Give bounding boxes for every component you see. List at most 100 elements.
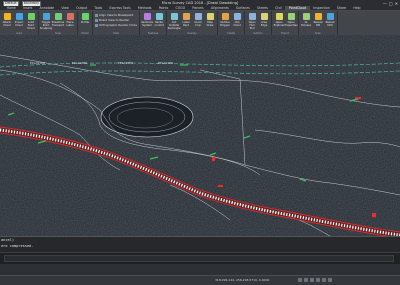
ribbon-button-label: Breakline Transport xyxy=(51,21,65,27)
ribbon-button-label: Label Rect xyxy=(182,21,190,27)
tab-cogo[interactable]: COGO xyxy=(172,6,189,10)
ribbon-button-label: Quick Crop xyxy=(194,21,202,27)
tab-civil[interactable]: Civil xyxy=(271,6,285,10)
command-history: ancel) ere compressed. xyxy=(0,236,400,253)
ribbon-button-label: Area Edge xyxy=(260,21,268,27)
view-icon xyxy=(95,23,98,27)
osnap-toggle-icon[interactable] xyxy=(322,278,326,282)
tool-icon xyxy=(42,13,50,20)
snap-toggle-icon[interactable] xyxy=(298,278,302,282)
tool-icon xyxy=(287,13,295,20)
ribbon-small-button[interactable]: Board View to Render xyxy=(95,18,137,22)
tab-help[interactable]: Help xyxy=(350,6,364,10)
ribbon-group-overlay: Cut Outside Rectangle Label Rect Quick Cro… xyxy=(167,11,219,35)
tab-surfaces[interactable]: Surfaces xyxy=(232,6,253,10)
tab-home[interactable]: Home xyxy=(3,6,20,10)
ribbon-button-label: Reload CDS xyxy=(325,21,335,27)
red-mark xyxy=(372,213,376,217)
road-label: EPLASTER xyxy=(118,61,133,65)
view-icon xyxy=(95,13,98,17)
tab-share[interactable]: Share xyxy=(333,6,349,10)
tool-icon xyxy=(54,13,62,20)
layout-tabs-strip xyxy=(0,264,400,275)
tab-insert[interactable]: Insert xyxy=(20,6,36,10)
ribbon-button-label: Reload DB xyxy=(313,21,323,27)
tool-icon xyxy=(170,13,178,20)
tab-output[interactable]: Output xyxy=(73,6,91,10)
tab-pointcloud[interactable]: PointCloud xyxy=(285,6,310,10)
view-icon xyxy=(95,18,98,22)
tab-points[interactable]: Points xyxy=(155,6,172,10)
window-buttons: — □ ✕ xyxy=(383,1,398,6)
close-button[interactable]: ✕ xyxy=(395,1,398,6)
ribbon-button-label: AI Process xyxy=(301,21,311,27)
ribbon-group-view: Align View to Breakpoint Board View to Re… xyxy=(93,11,141,35)
status-toggles xyxy=(298,278,332,282)
polar-toggle-icon[interactable] xyxy=(316,278,320,282)
ribbon-group-create: Outline Polygon Clip Cloud Create xyxy=(218,11,246,35)
ribbon-button-label: Cut Outside Rectangle xyxy=(167,21,181,30)
ribbon-small-button[interactable]: Align View to Breakpoint xyxy=(95,13,137,17)
ribbon-group-scan: AI Process Reload DB Reload CDS Scan xyxy=(299,11,339,35)
tab-annotate[interactable]: Annotate xyxy=(36,6,58,10)
command-history-line: ere compressed. xyxy=(1,244,34,248)
ribbon-group-features: Vectorize System Paints on Grid Features xyxy=(140,11,168,35)
tab-parcels[interactable]: Parcels xyxy=(189,6,207,10)
red-mark xyxy=(355,97,361,99)
ribbon-button-label: Paints on Grid xyxy=(154,21,164,27)
tool-icon xyxy=(326,13,334,20)
tool-icon xyxy=(302,13,310,20)
ribbon-button-label: Clip Cloud xyxy=(233,21,241,27)
ribbon-small-button-label: Orthographic Render Circle xyxy=(99,23,138,27)
tool-icon xyxy=(248,13,256,20)
tool-icon xyxy=(314,13,322,20)
ribbon-group-export: Open Explorer Open Properties Export xyxy=(272,11,300,35)
tab-sheets[interactable]: Sheets xyxy=(253,6,271,10)
tool-icon xyxy=(3,13,11,20)
tool-icon xyxy=(206,13,214,20)
road-label: EPLASTER xyxy=(72,61,87,65)
tool-icon xyxy=(81,13,89,20)
drawing-canvas[interactable]: EPLASTER EPLASTER EPLASTER EPLASTER xyxy=(0,35,400,236)
ribbon-button-label: Attach Cloud xyxy=(2,21,12,27)
tool-icon xyxy=(143,13,151,20)
command-input[interactable] xyxy=(4,255,394,262)
tool-icon xyxy=(260,13,268,20)
ribbon-button-label: Map Draw xyxy=(206,21,214,27)
tab-inspection[interactable]: Inspection xyxy=(310,6,334,10)
road-label: EPLASTER xyxy=(158,61,173,65)
ribbon-button-label: Profile xyxy=(80,21,90,24)
tab-express-tools[interactable]: Express Tools xyxy=(106,6,135,10)
tool-icon xyxy=(27,13,35,20)
lineweight-toggle-icon[interactable] xyxy=(328,278,332,282)
ribbon-group-snap: Toggle Point Snapping Breakline Transport… xyxy=(39,11,78,35)
drawing-viewport[interactable]: EPLASTER EPLASTER EPLASTER EPLASTER xyxy=(0,35,400,236)
road-label: EPLASTER xyxy=(30,61,45,65)
grid-toggle-icon[interactable] xyxy=(304,278,308,282)
ribbon-button-label: Open Properties xyxy=(284,21,298,27)
ribbon-group-surface: Open Hull Tool Area Edge Surface xyxy=(245,11,273,35)
tool-icon xyxy=(221,13,229,20)
pit-outline xyxy=(100,96,194,138)
tab-methods[interactable]: Methods xyxy=(134,6,155,10)
ortho-toggle-icon[interactable] xyxy=(310,278,314,282)
tool-icon xyxy=(233,13,241,20)
tool-icon xyxy=(15,13,23,20)
tool-icon xyxy=(275,13,283,20)
minimize-button[interactable]: — xyxy=(383,1,387,6)
ribbon-panel: Attach Cloud Import Cloud Load Point Cloud… xyxy=(0,11,400,36)
ribbon-small-button-label: Board View to Render xyxy=(99,18,130,22)
tab-view[interactable]: View xyxy=(58,6,73,10)
tab-alignments[interactable]: Alignments xyxy=(207,6,232,10)
ribbon-button-label: Place Label xyxy=(66,21,74,27)
ribbon-group-model: Profile Model xyxy=(78,11,93,35)
ribbon-group-load: Attach Cloud Import Cloud Load Point Cloud… xyxy=(0,11,39,35)
ribbon-small-button[interactable]: Orthographic Render Circle xyxy=(95,23,137,27)
ribbon-button-label: Import Cloud xyxy=(14,21,24,27)
tab-tools[interactable]: Tools xyxy=(91,6,106,10)
red-mark xyxy=(212,157,215,161)
maximize-button[interactable]: □ xyxy=(389,1,393,6)
tool-icon xyxy=(182,13,190,20)
command-history-line: ancel) xyxy=(1,238,14,242)
coordinates-readout: 318,099.144, 256,228.5710, 0.0000 xyxy=(215,278,270,282)
